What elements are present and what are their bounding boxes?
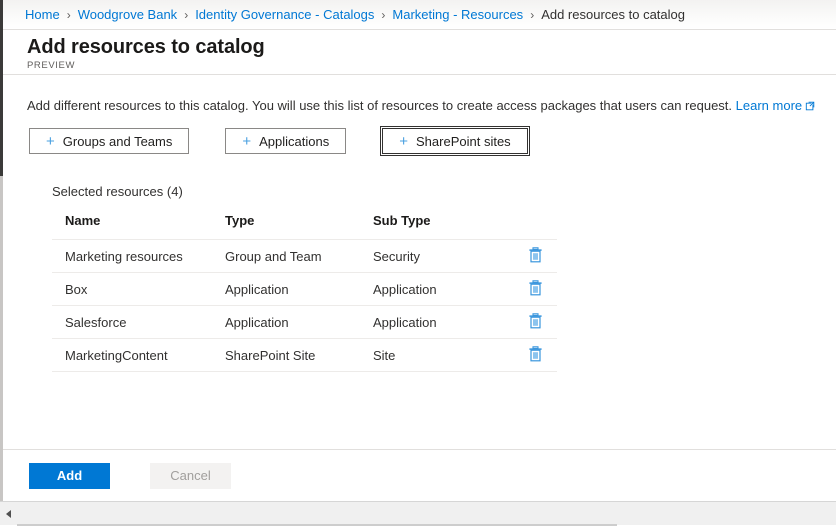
cell-sub-type: Site	[373, 339, 513, 372]
arrow-left-icon[interactable]	[0, 502, 17, 525]
add-applications-button[interactable]: + Applications	[225, 128, 346, 154]
cell-actions	[513, 240, 557, 273]
plus-icon: +	[242, 134, 251, 149]
trash-icon	[528, 251, 543, 266]
column-header-sub-type: Sub Type	[373, 213, 513, 240]
selected-resources-table: NameTypeSub Type Marketing resourcesGrou…	[52, 213, 557, 372]
add-button-label: Groups and Teams	[63, 134, 173, 149]
main-content: Add different resources to this catalog.…	[3, 76, 836, 449]
table-row: Marketing resourcesGroup and TeamSecurit…	[52, 240, 557, 273]
cell-name: Salesforce	[52, 306, 225, 339]
learn-more-link[interactable]: Learn more	[736, 98, 815, 113]
add-groups-and-teams-button[interactable]: + Groups and Teams	[29, 128, 189, 154]
external-link-icon	[805, 98, 815, 115]
column-header-name: Name	[52, 213, 225, 240]
cell-name: MarketingContent	[52, 339, 225, 372]
delete-row-button[interactable]	[528, 247, 543, 263]
breadcrumb-item-0[interactable]: Home	[25, 7, 60, 22]
breadcrumb: Home › Woodgrove Bank › Identity Governance …	[3, 0, 836, 30]
cell-actions	[513, 306, 557, 339]
cell-actions	[513, 273, 557, 306]
left-rail	[0, 0, 3, 176]
breadcrumb-item-2[interactable]: Identity Governance - Catalogs	[195, 7, 374, 22]
table-row: BoxApplicationApplication	[52, 273, 557, 306]
add-button-label: Applications	[259, 134, 329, 149]
delete-row-button[interactable]	[528, 280, 543, 296]
scrollbar-track[interactable]	[17, 502, 836, 525]
column-header-type: Type	[225, 213, 373, 240]
table-body: Marketing resourcesGroup and TeamSecurit…	[52, 240, 557, 372]
cell-type: Group and Team	[225, 240, 373, 273]
trash-icon	[528, 284, 543, 299]
cell-name: Marketing resources	[52, 240, 225, 273]
add-button[interactable]: Add	[29, 463, 110, 489]
delete-row-button[interactable]	[528, 346, 543, 362]
breadcrumb-item-3[interactable]: Marketing - Resources	[392, 7, 523, 22]
cell-sub-type: Security	[373, 240, 513, 273]
selected-resources-heading: Selected resources (4)	[52, 184, 836, 199]
table-row: SalesforceApplicationApplication	[52, 306, 557, 339]
cell-actions	[513, 339, 557, 372]
page-title: Add resources to catalog	[27, 35, 836, 59]
trash-icon	[528, 350, 543, 365]
horizontal-scrollbar[interactable]	[0, 501, 836, 525]
breadcrumb-separator: ›	[184, 8, 188, 22]
breadcrumb-item-4: Add resources to catalog	[541, 7, 685, 22]
breadcrumb-item-1[interactable]: Woodgrove Bank	[78, 7, 178, 22]
description: Add different resources to this catalog.…	[27, 97, 836, 115]
cell-type: Application	[225, 306, 373, 339]
add-sharepoint-sites-button[interactable]: + SharePoint sites	[382, 128, 527, 154]
breadcrumb-separator: ›	[381, 8, 385, 22]
learn-more-label: Learn more	[736, 98, 802, 113]
column-header-actions	[513, 213, 557, 240]
cell-sub-type: Application	[373, 306, 513, 339]
breadcrumb-separator: ›	[67, 8, 71, 22]
table-row: MarketingContentSharePoint SiteSite	[52, 339, 557, 372]
cell-type: SharePoint Site	[225, 339, 373, 372]
breadcrumb-separator: ›	[530, 8, 534, 22]
left-rail-lower	[0, 176, 3, 501]
description-text: Add different resources to this catalog.…	[27, 98, 732, 113]
title-block: Add resources to catalog PREVIEW	[3, 31, 836, 75]
cell-name: Box	[52, 273, 225, 306]
table-header-row: NameTypeSub Type	[52, 213, 557, 240]
add-resource-buttons: + Groups and Teams + Applications + SharePoin…	[29, 128, 836, 154]
footer-actions: Add Cancel	[3, 449, 836, 501]
plus-icon: +	[399, 134, 408, 149]
add-button-label: SharePoint sites	[416, 134, 511, 149]
delete-row-button[interactable]	[528, 313, 543, 329]
preview-badge: PREVIEW	[27, 60, 836, 72]
cell-sub-type: Application	[373, 273, 513, 306]
trash-icon	[528, 317, 543, 332]
cancel-button[interactable]: Cancel	[150, 463, 231, 489]
plus-icon: +	[46, 134, 55, 149]
cell-type: Application	[225, 273, 373, 306]
